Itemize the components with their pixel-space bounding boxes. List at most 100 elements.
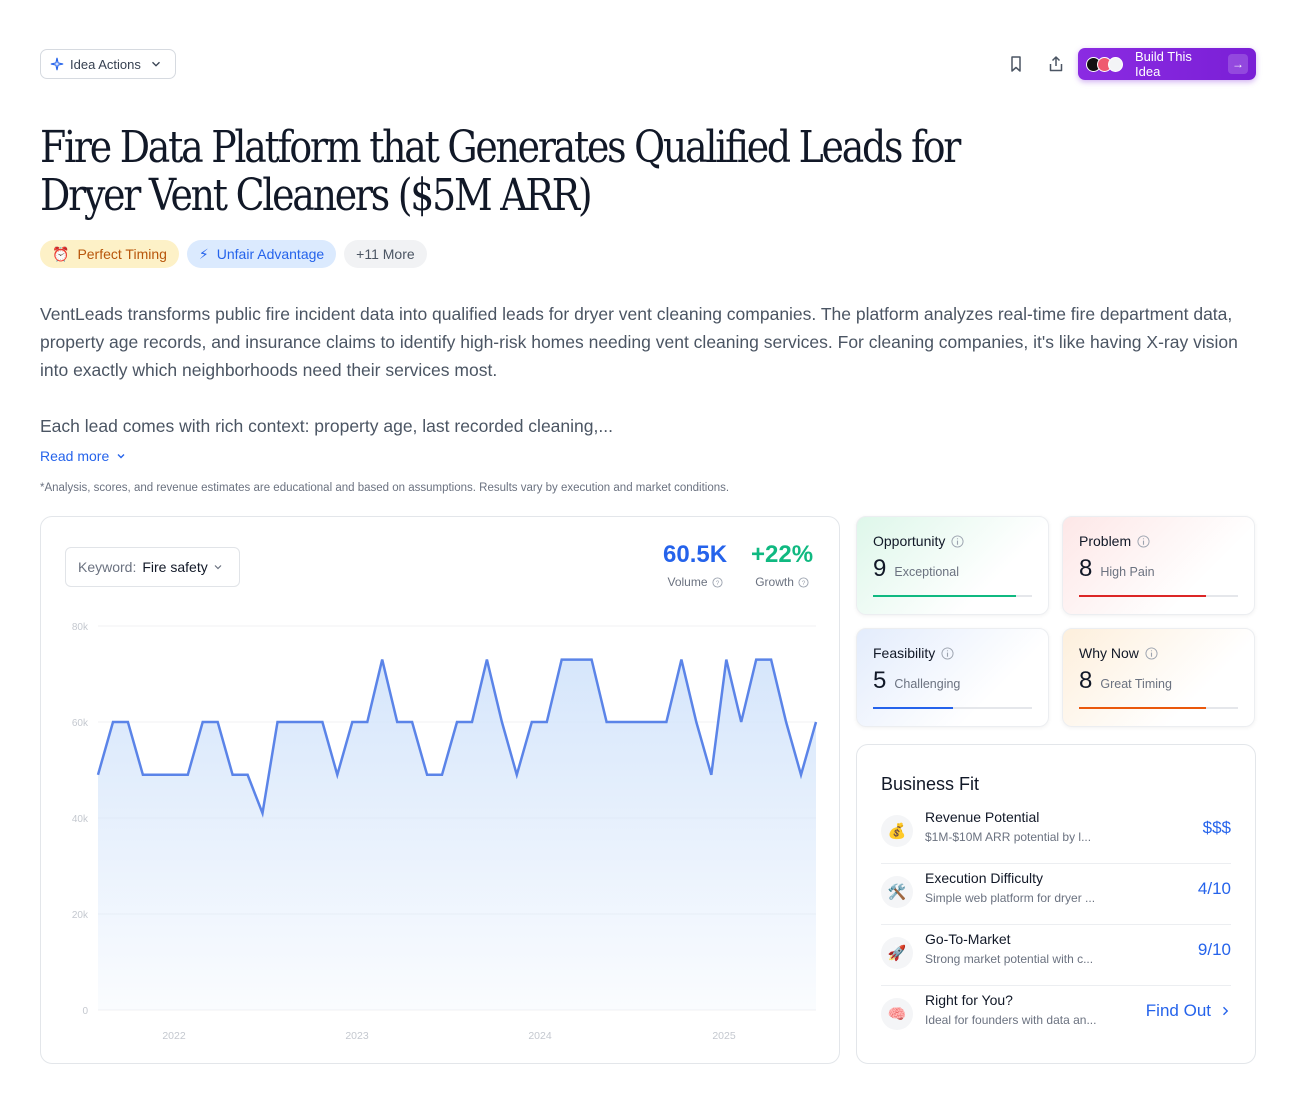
y-tick-label: 80k: [72, 622, 89, 633]
share-icon[interactable]: [1046, 54, 1066, 74]
chevron-down-icon: [151, 61, 160, 67]
lightning-icon: ⚡: [198, 245, 209, 262]
score-bar: [1079, 595, 1238, 597]
series-area: [98, 659, 816, 1010]
money-bag-icon: 💰: [881, 815, 913, 847]
tag-unfair-advantage[interactable]: ⚡ Unfair Advantage: [186, 240, 337, 268]
find-out-link[interactable]: Find Out: [1146, 1001, 1231, 1021]
fit-row-revenue-potential[interactable]: 💰 Revenue Potential $1M-$10M ARR potenti…: [881, 803, 1231, 864]
score-subtitle: Challenging: [894, 677, 961, 691]
trend-chart-card: 80k 60k 40k 20k 0 2022 2023 2024 2025 Keyword: F…: [40, 516, 840, 1064]
info-icon[interactable]: [951, 534, 964, 548]
score-bar-fill: [1079, 707, 1207, 709]
tag-label: Unfair Advantage: [216, 246, 325, 262]
find-out-label: Find Out: [1145, 1001, 1211, 1020]
volume-label: Volume: [667, 575, 708, 589]
alarm-clock-icon: ⏰: [52, 245, 70, 262]
score-card-problem[interactable]: Problem 8 High Pain: [1062, 516, 1255, 615]
help-icon[interactable]: ?: [711, 576, 723, 588]
score-title: Opportunity: [873, 533, 946, 549]
score-bar: [873, 595, 1032, 597]
fit-description: $1M-$10M ARR potential by l...: [925, 830, 1092, 844]
fit-value: 9/10: [1197, 940, 1231, 959]
score-value: 8: [1079, 667, 1093, 694]
fit-row-go-to-market[interactable]: 🚀 Go-To-Market Strong market potential w…: [881, 925, 1231, 986]
fit-row-execution-difficulty[interactable]: 🛠️ Execution Difficulty Simple web platf…: [881, 864, 1231, 925]
info-icon[interactable]: [1145, 646, 1158, 660]
keyword-label: Keyword:: [78, 559, 137, 575]
disclaimer: *Analysis, scores, and revenue estimates…: [40, 482, 730, 494]
fit-value: 4/10: [1197, 879, 1231, 898]
chevron-down-icon: [214, 565, 222, 570]
partner-logos: [1086, 56, 1123, 72]
chevron-right-icon: [1223, 1006, 1229, 1016]
idea-actions-button[interactable]: Idea Actions: [40, 49, 176, 79]
svg-text:?: ?: [802, 579, 806, 586]
score-value: 9: [873, 555, 887, 582]
fit-description: Simple web platform for dryer ...: [925, 891, 1096, 905]
score-subtitle: Great Timing: [1100, 677, 1172, 691]
volume-stat: 60.5K Volume ?: [663, 541, 727, 589]
read-more-link[interactable]: Read more: [40, 448, 127, 464]
score-bar-fill: [1079, 595, 1207, 597]
fit-name: Right for You?: [925, 992, 1013, 1008]
score-value: 5: [873, 667, 887, 694]
fit-name: Execution Difficulty: [925, 870, 1044, 886]
score-value: 8: [1079, 555, 1093, 582]
x-tick-label: 2023: [345, 1030, 369, 1042]
fit-row-right-for-you[interactable]: 🧠 Right for You? Ideal for founders with…: [881, 986, 1231, 1047]
read-more-label: Read more: [40, 448, 110, 464]
score-card-why-now[interactable]: Why Now 8 Great Timing: [1062, 628, 1255, 727]
description-paragraph: Each lead comes with rich context: prope…: [40, 416, 613, 436]
arrow-right-icon: →: [1228, 54, 1248, 74]
info-icon[interactable]: [1137, 534, 1150, 548]
fit-name: Go-To-Market: [925, 931, 1011, 947]
tag-perfect-timing[interactable]: ⏰ Perfect Timing: [40, 240, 179, 268]
score-subtitle: Exceptional: [894, 565, 959, 579]
tag-list: ⏰ Perfect Timing ⚡ Unfair Advantage +11 …: [40, 240, 427, 268]
chevron-down-icon: [117, 454, 125, 459]
business-fit-card: Business Fit 💰 Revenue Potential $1M-$10…: [856, 744, 1256, 1064]
growth-label: Growth: [755, 575, 794, 589]
fit-description: Ideal for founders with data an...: [925, 1013, 1097, 1027]
score-subtitle: High Pain: [1100, 565, 1155, 579]
business-fit-title: Business Fit: [881, 774, 980, 794]
page-title: Fire Data Platform that Generates Qualif…: [40, 122, 961, 221]
score-bar-fill: [873, 595, 1017, 597]
score-card-feasibility[interactable]: Feasibility 5 Challenging: [856, 628, 1049, 727]
x-tick-label: 2024: [528, 1030, 552, 1042]
tag-label: +11 More: [356, 246, 415, 262]
y-tick-label: 60k: [72, 718, 89, 729]
tools-icon: 🛠️: [881, 876, 913, 908]
top-bar: Idea Actions Build This Idea →: [40, 48, 1256, 80]
build-this-idea-button[interactable]: Build This Idea →: [1078, 48, 1256, 80]
y-tick-label: 20k: [72, 910, 89, 921]
tag-more[interactable]: +11 More: [344, 240, 427, 268]
x-tick-label: 2022: [162, 1030, 186, 1042]
tag-label: Perfect Timing: [77, 246, 167, 262]
score-card-opportunity[interactable]: Opportunity 9 Exceptional: [856, 516, 1049, 615]
score-title: Problem: [1079, 533, 1132, 549]
description: VentLeads transforms public fire inciden…: [40, 300, 1256, 468]
build-label: Build This Idea: [1135, 49, 1192, 79]
fit-name: Revenue Potential: [925, 809, 1040, 825]
keyword-select[interactable]: Keyword: Fire safety: [65, 547, 240, 587]
sparkle-icon: [50, 57, 64, 71]
score-bar: [873, 707, 1032, 709]
x-tick-label: 2025: [712, 1030, 736, 1042]
score-bar: [1079, 707, 1238, 709]
y-tick-label: 0: [82, 1006, 88, 1017]
help-icon[interactable]: ?: [798, 576, 809, 588]
brain-icon: 🧠: [881, 998, 913, 1030]
volume-value: 60.5K: [663, 541, 728, 568]
info-icon[interactable]: [941, 646, 954, 660]
growth-value: +22%: [751, 541, 814, 568]
trend-chart: 80k 60k 40k 20k 0 2022 2023 2024 2025: [72, 622, 818, 1042]
score-bar-fill: [873, 707, 953, 709]
score-title: Why Now: [1079, 645, 1139, 661]
y-tick-label: 40k: [72, 814, 89, 825]
svg-text:?: ?: [715, 579, 719, 586]
fit-description: Strong market potential with c...: [925, 952, 1094, 966]
growth-stat: +22% Growth ?: [751, 541, 813, 589]
bookmark-icon[interactable]: [1006, 54, 1026, 74]
